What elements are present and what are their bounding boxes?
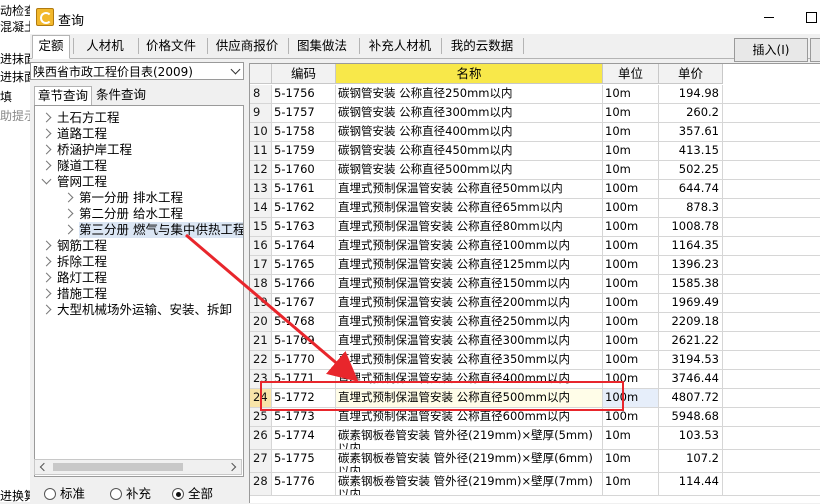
annotation-highlight-box xyxy=(260,381,624,411)
annotation-overlay xyxy=(185,233,359,382)
annotation-arrow xyxy=(185,233,359,382)
